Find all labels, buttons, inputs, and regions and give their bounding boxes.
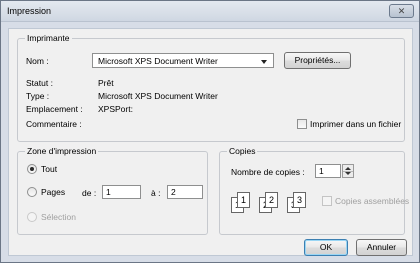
from-label: de : <box>82 188 97 198</box>
close-icon: ✕ <box>397 6 406 16</box>
type-value: Microsoft XPS Document Writer <box>98 91 218 101</box>
pages-radio[interactable] <box>27 187 37 197</box>
print-range-group: Zone d'impression Tout Pages de : 1 à : … <box>17 146 208 235</box>
print-to-file-checkbox[interactable] <box>297 119 307 129</box>
all-pages-radio[interactable] <box>27 164 37 174</box>
location-value: XPSPort: <box>98 104 133 114</box>
location-label: Emplacement : <box>26 104 83 114</box>
selection-radio[interactable] <box>27 212 37 222</box>
properties-button[interactable]: Propriétés... <box>284 52 351 69</box>
all-pages-label[interactable]: Tout <box>41 164 57 174</box>
status-value: Prêt <box>98 78 114 88</box>
copies-group: Copies Nombre de copies : 1 1 1 2 2 3 3 … <box>219 146 409 235</box>
from-page-input[interactable]: 1 <box>102 185 141 199</box>
printer-group: Imprimante Nom : Microsoft XPS Document … <box>17 33 405 142</box>
spin-down-icon[interactable] <box>345 172 351 175</box>
status-label: Statut : <box>26 78 53 88</box>
dialog-body: Imprimante Nom : Microsoft XPS Document … <box>8 28 413 256</box>
copies-count-label: Nombre de copies : <box>231 167 305 177</box>
printer-group-legend: Imprimante <box>25 33 72 43</box>
ok-button[interactable]: OK <box>304 239 348 256</box>
collate-page-front-1: 1 <box>237 192 250 208</box>
printer-name-label: Nom : <box>26 56 49 66</box>
copies-spinner[interactable] <box>342 164 354 178</box>
window-title: Impression <box>7 6 52 16</box>
printer-name-select[interactable]: Microsoft XPS Document Writer <box>92 53 274 68</box>
to-page-input[interactable]: 2 <box>167 185 203 199</box>
print-dialog: Impression ✕ Imprimante Nom : Microsoft … <box>0 0 420 263</box>
collate-page-front-2: 2 <box>265 192 278 208</box>
copies-legend: Copies <box>227 146 258 156</box>
title-bar[interactable]: Impression ✕ <box>1 1 419 22</box>
collate-page-front-3: 3 <box>293 192 306 208</box>
comment-label: Commentaire : <box>26 119 82 129</box>
print-to-file-label[interactable]: Imprimer dans un fichier <box>310 119 401 129</box>
printer-name-value: Microsoft XPS Document Writer <box>98 56 218 66</box>
spin-up-icon[interactable] <box>345 167 351 170</box>
cancel-button[interactable]: Annuler <box>356 239 407 256</box>
collate-label[interactable]: Copies assemblées <box>335 196 409 206</box>
print-range-legend: Zone d'impression <box>25 146 99 156</box>
collate-checkbox[interactable] <box>322 196 332 206</box>
close-button[interactable]: ✕ <box>389 4 414 18</box>
selection-label[interactable]: Sélection <box>41 212 76 222</box>
to-label: à : <box>151 188 161 198</box>
pages-label[interactable]: Pages <box>41 187 65 197</box>
chevron-down-icon <box>261 60 267 64</box>
copies-count-input[interactable]: 1 <box>315 164 341 178</box>
type-label: Type : <box>26 91 50 101</box>
